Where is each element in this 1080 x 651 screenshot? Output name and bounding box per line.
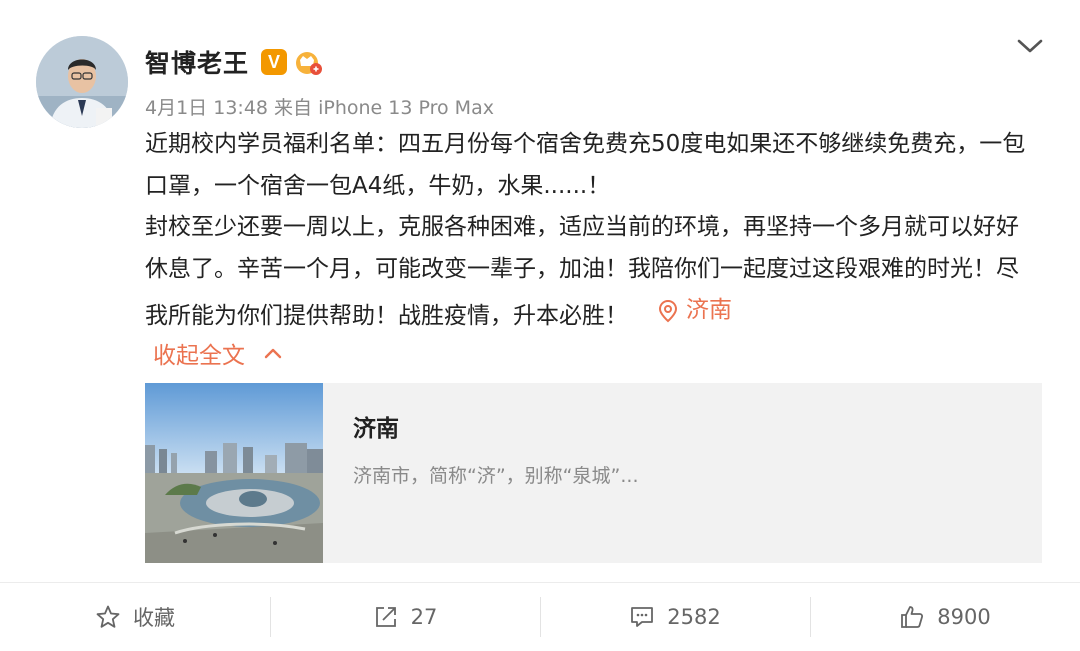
username[interactable]: 智博老王 — [145, 44, 249, 80]
thumbs-up-icon — [901, 606, 924, 628]
favorite-button[interactable]: 收藏 — [0, 583, 270, 651]
location-pin-icon — [658, 299, 678, 323]
share-icon — [375, 607, 396, 627]
location-tag[interactable]: 济南 — [658, 290, 732, 332]
chevron-up-icon — [264, 348, 282, 359]
avatar[interactable] — [36, 36, 128, 128]
collapse-label: 收起全文 — [153, 343, 245, 369]
location-card[interactable]: 济南 济南市，简称“济”，别称“泉城”... — [145, 383, 1042, 563]
chevron-down-icon[interactable] — [1014, 34, 1046, 58]
location-card-title: 济南 — [353, 416, 399, 442]
username-row: 智博老王 V — [145, 44, 323, 80]
source-label: 来自 — [274, 97, 313, 119]
repost-button[interactable]: 27 — [270, 583, 540, 651]
comment-button[interactable]: 2582 — [540, 583, 810, 651]
post-time: 13:48 — [213, 97, 268, 119]
repost-count: 27 — [410, 605, 438, 629]
weibo-post-card: 智博老王 V 4月1日 13:48 来自 iPhone 13 Pro Max 近… — [0, 0, 1080, 651]
post-paragraph-2-text: 封校至少还要一周以上，克服各种困难，适应当前的环境，再坚持一个多月就可以好好休息… — [145, 214, 1019, 329]
like-button[interactable]: 8900 — [810, 583, 1080, 651]
favorite-label: 收藏 — [133, 606, 175, 630]
post-paragraph-2: 封校至少还要一周以上，克服各种困难，适应当前的环境，再坚持一个多月就可以好好休息… — [145, 207, 1035, 337]
post-date: 4月1日 — [145, 97, 208, 119]
like-count: 8900 — [937, 605, 991, 629]
post-meta: 4月1日 13:48 来自 iPhone 13 Pro Max — [145, 93, 494, 120]
verified-v-icon[interactable]: V — [261, 49, 288, 75]
member-crown-icon[interactable] — [291, 46, 323, 78]
comment-count: 2582 — [667, 605, 721, 629]
post-paragraph-1: 近期校内学员福利名单：四五月份每个宿舍免费充50度电如果还不够继续免费充，一包口… — [145, 131, 1026, 199]
action-bar: 收藏 27 2582 8900 — [0, 583, 1080, 651]
location-tag-label: 济南 — [686, 297, 732, 323]
location-thumbnail-image — [145, 383, 323, 563]
comment-icon — [631, 607, 654, 627]
location-card-description: 济南市，简称“济”，别称“泉城”... — [353, 465, 639, 487]
device-name: iPhone 13 Pro Max — [318, 97, 494, 119]
collapse-full-text-button[interactable]: 收起全文 — [153, 336, 283, 370]
avatar-image — [36, 36, 128, 128]
post-body: 近期校内学员福利名单：四五月份每个宿舍免费充50度电如果还不够继续免费充，一包口… — [145, 124, 1035, 337]
location-card-info: 济南 济南市，简称“济”，别称“泉城”... — [323, 383, 639, 563]
star-icon — [96, 605, 120, 628]
